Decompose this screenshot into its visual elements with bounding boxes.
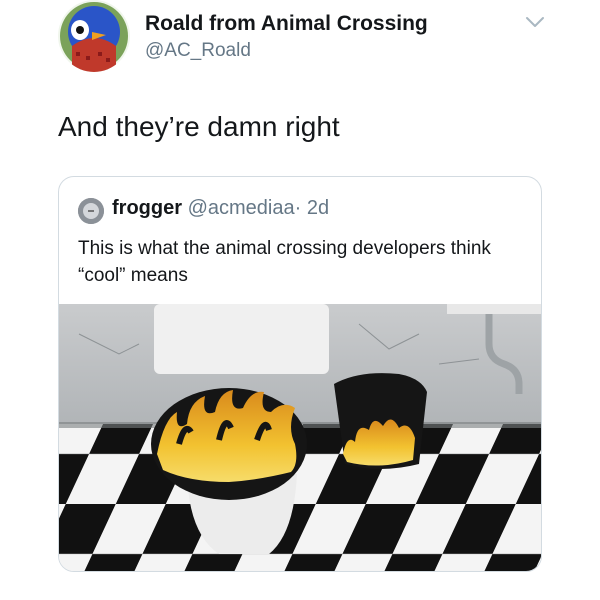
quoted-timestamp[interactable]: 2d — [307, 197, 329, 219]
chevron-down-icon[interactable] — [524, 14, 546, 30]
tweet-text: And they’re damn right — [58, 111, 340, 142]
quoted-header: frogger @acmediaa· 2d — [112, 197, 329, 220]
user-handle[interactable]: @AC_Roald — [145, 40, 251, 62]
penguin-avatar-icon[interactable] — [58, 0, 130, 72]
quoted-avatar[interactable] — [78, 198, 104, 224]
quoted-tweet-card[interactable]: frogger @acmediaa· 2d This is what the a… — [58, 176, 542, 572]
quoted-tweet-text: This is what the animal crossing develop… — [78, 238, 491, 286]
quoted-separator: · — [294, 197, 302, 219]
display-name[interactable]: Roald from Animal Crossing — [145, 12, 428, 36]
quoted-handle[interactable]: @acmediaa — [188, 197, 295, 219]
quoted-display-name[interactable]: frogger — [112, 197, 182, 219]
quoted-photo[interactable] — [59, 304, 542, 572]
